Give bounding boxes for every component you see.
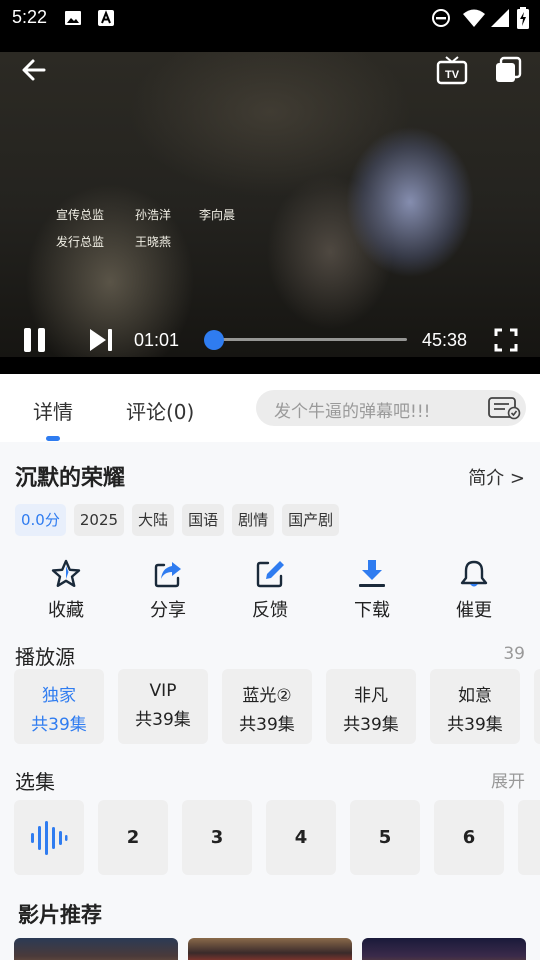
source-episodes: 共39集 [447, 715, 503, 735]
episodes-title: 选集 [15, 770, 55, 794]
source-name: 非凡 [354, 686, 388, 706]
source-name: 蓝光② [242, 686, 292, 706]
source-name: 如意 [458, 686, 492, 706]
share-button[interactable]: 分享 [128, 556, 208, 626]
source-episodes: 共39集 [31, 715, 87, 735]
tab-details[interactable]: 详情 [33, 396, 73, 425]
favorite-button[interactable]: 收藏 [26, 556, 106, 626]
credit-text: 宣传总监 [56, 208, 105, 222]
video-player[interactable]: 宣传总监 孙浩洋 李向晨 发行总监 王晓燕 TV 01:01 45:38 [0, 36, 540, 374]
source-item[interactable]: VIP 共39集 [118, 669, 208, 744]
battery-charging-icon [517, 7, 529, 29]
recommend-poster[interactable] [362, 938, 526, 960]
episode-item[interactable]: 6 [434, 800, 504, 875]
episodes-expand[interactable]: 展开 [491, 767, 525, 792]
sources-count: 39 [503, 644, 525, 664]
next-episode-icon[interactable] [88, 327, 114, 353]
tag-score: 0.0分 [15, 504, 66, 536]
source-name: VIP [149, 681, 177, 701]
seek-bar[interactable] [210, 338, 407, 341]
source-item-partial[interactable] [534, 669, 540, 744]
current-time: 01:01 [134, 330, 180, 350]
download-icon [359, 560, 385, 587]
credit-text: 孙浩洋 [135, 208, 172, 222]
tag-list: 0.0分 2025 大陆 国语 剧情 国产剧 [15, 504, 340, 536]
total-time: 45:38 [422, 330, 468, 350]
tag-genre[interactable]: 剧情 [232, 504, 275, 536]
recommend-poster[interactable] [14, 938, 178, 960]
picture-in-picture-icon[interactable] [494, 56, 522, 84]
credit-text: 发行总监 [56, 235, 105, 249]
favorite-label: 收藏 [48, 600, 84, 621]
show-title: 沉默的荣耀 [15, 466, 126, 491]
episode-item[interactable]: 5 [350, 800, 420, 875]
gallery-icon [65, 11, 81, 25]
source-name: 独家 [42, 686, 76, 706]
sources-title: 播放源 [15, 645, 75, 669]
episode-item[interactable]: 3 [182, 800, 252, 875]
danmaku-input[interactable]: 发个牛逼的弹幕吧!!! [256, 390, 526, 426]
credit-text: 王晓燕 [135, 235, 172, 249]
do-not-disturb-icon [432, 9, 450, 27]
source-item[interactable]: 独家 共39集 [14, 669, 104, 744]
source-list: 独家 共39集 VIP 共39集 蓝光② 共39集 非凡 共39集 如意 共39… [14, 669, 540, 745]
signal-icon [491, 9, 509, 27]
tab-indicator [46, 436, 60, 441]
tab-bar: 详情 评论(0) 发个牛逼的弹幕吧!!! [0, 374, 540, 442]
tv-cast-icon[interactable]: TV [436, 54, 468, 86]
source-item[interactable]: 蓝光② 共39集 [222, 669, 312, 744]
tag-region[interactable]: 大陆 [132, 504, 175, 536]
download-button[interactable]: 下载 [332, 556, 412, 626]
pause-icon[interactable] [22, 326, 48, 354]
feedback-label: 反馈 [252, 600, 288, 621]
remind-update-button[interactable]: 催更 [434, 556, 514, 626]
danmaku-settings-icon[interactable] [487, 396, 521, 420]
star-icon [51, 559, 81, 587]
action-bar: 收藏 分享 反馈 下载 催更 [0, 556, 540, 626]
svg-text:TV: TV [445, 69, 460, 81]
font-icon [98, 10, 114, 26]
back-arrow-icon[interactable] [20, 56, 48, 84]
danmaku-placeholder: 发个牛逼的弹幕吧!!! [274, 402, 431, 422]
audio-wave-icon [31, 821, 68, 855]
source-item[interactable]: 非凡 共39集 [326, 669, 416, 744]
share-label: 分享 [150, 600, 186, 621]
download-label: 下载 [354, 600, 390, 621]
recommend-title: 影片推荐 [18, 903, 102, 927]
episode-list: 2 3 4 5 6 [14, 800, 540, 876]
video-frame [0, 52, 540, 357]
episode-item[interactable]: 4 [266, 800, 336, 875]
tab-comments[interactable]: 评论(0) [126, 396, 194, 425]
share-icon [154, 562, 181, 588]
status-bar: 5:22 [0, 0, 540, 36]
feedback-button[interactable]: 反馈 [230, 556, 310, 626]
credit-text: 李向晨 [199, 208, 236, 222]
tag-year[interactable]: 2025 [73, 504, 125, 536]
status-time: 5:22 [12, 7, 48, 27]
source-episodes: 共39集 [239, 715, 295, 735]
wifi-icon [463, 9, 485, 27]
edit-icon [256, 561, 284, 588]
recommend-poster[interactable] [188, 938, 352, 960]
bell-icon [460, 560, 488, 587]
fullscreen-icon[interactable] [494, 328, 518, 352]
episode-item[interactable]: 2 [98, 800, 168, 875]
tag-category[interactable]: 国产剧 [282, 504, 340, 536]
remind-update-label: 催更 [456, 600, 492, 621]
source-item[interactable]: 如意 共39集 [430, 669, 520, 744]
source-episodes: 共39集 [343, 715, 399, 735]
intro-link[interactable]: 简介 > [468, 464, 525, 490]
episode-item-playing[interactable] [14, 800, 84, 875]
tag-language[interactable]: 国语 [182, 504, 225, 536]
episode-item-partial[interactable] [518, 800, 540, 875]
source-episodes: 共39集 [135, 710, 191, 730]
